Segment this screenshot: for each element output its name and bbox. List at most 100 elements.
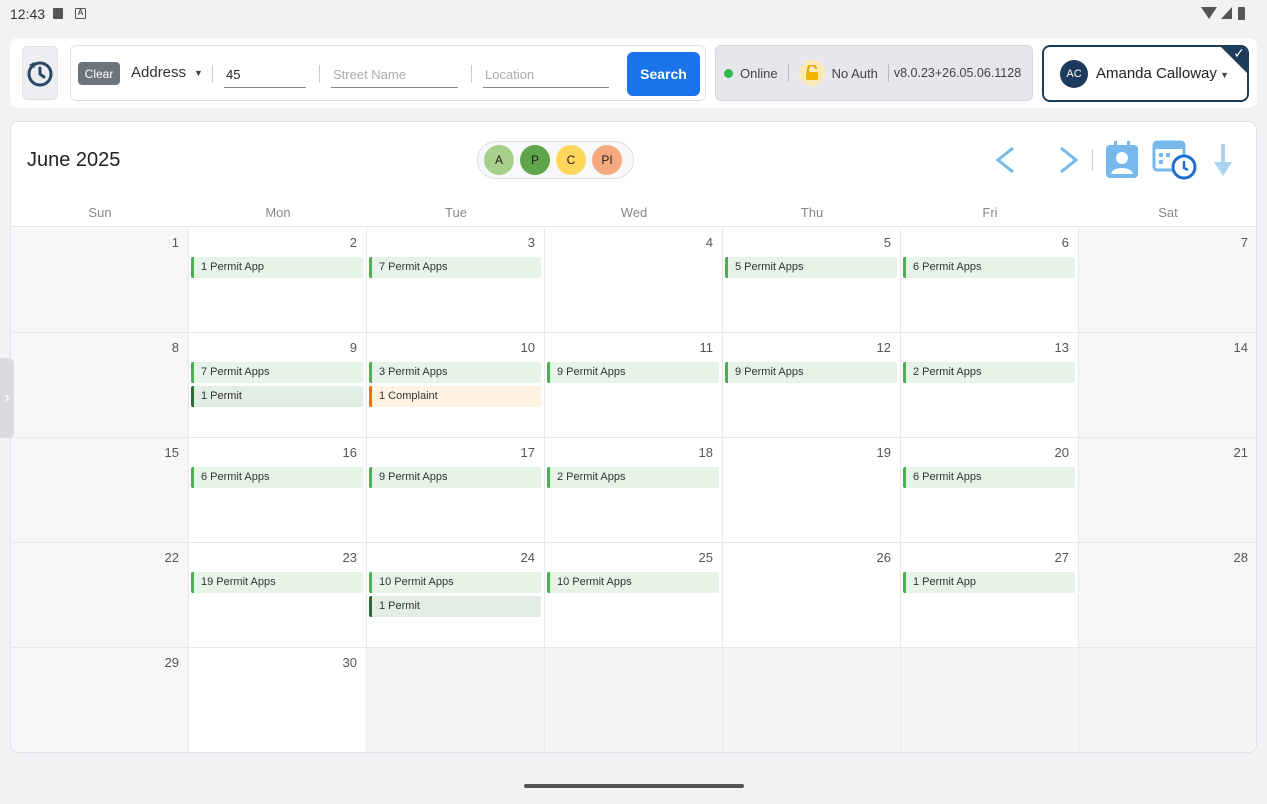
day-cell[interactable]: 18 2 Permit Apps	[545, 438, 723, 543]
day-cell[interactable]: 24 10 Permit Apps 1 Permit	[367, 543, 545, 648]
day-cell[interactable]: 26	[723, 543, 901, 648]
day-cell[interactable]: 5 5 Permit Apps	[723, 228, 901, 333]
calendar-event[interactable]: 6 Permit Apps	[191, 467, 363, 488]
day-cell[interactable]: 12 9 Permit Apps	[723, 333, 901, 438]
day-cell[interactable]: 13 2 Permit Apps	[901, 333, 1079, 438]
inspector-view-button[interactable]	[1103, 138, 1141, 182]
clear-button[interactable]: Clear	[78, 62, 120, 85]
day-number: 24	[520, 550, 535, 565]
day-cell[interactable]: 10 3 Permit Apps 1 Complaint	[367, 333, 545, 438]
day-number: 27	[1054, 550, 1069, 565]
calendar-event[interactable]: 10 Permit Apps	[369, 572, 541, 593]
calendar-event[interactable]: 1 Complaint	[369, 386, 541, 407]
calendar-event[interactable]: 1 Permit App	[903, 572, 1075, 593]
day-cell[interactable]: 1	[11, 228, 189, 333]
legend-item[interactable]: PI	[592, 145, 622, 175]
day-cell[interactable]: 30	[189, 648, 367, 752]
prev-month-button[interactable]	[987, 138, 1023, 182]
search-type-select[interactable]: Address ▼	[131, 64, 203, 81]
divider	[212, 65, 213, 83]
next-month-button[interactable]	[1051, 138, 1087, 182]
calendar-event[interactable]: 3 Permit Apps	[369, 362, 541, 383]
home-indicator[interactable]	[524, 784, 744, 788]
calendar-event[interactable]: 9 Permit Apps	[369, 467, 541, 488]
day-cell[interactable]: 9 7 Permit Apps 1 Permit	[189, 333, 367, 438]
day-cell[interactable]: 27 1 Permit App	[901, 543, 1079, 648]
schedule-view-button[interactable]	[1151, 138, 1201, 182]
day-of-week-label: Wed	[620, 205, 648, 220]
day-of-week-label: Sat	[1158, 205, 1178, 220]
signal-icon	[1221, 7, 1232, 19]
calendar-event[interactable]: 7 Permit Apps	[369, 257, 541, 278]
day-cell[interactable]: 20 6 Permit Apps	[901, 438, 1079, 543]
calendar-event[interactable]: 6 Permit Apps	[903, 257, 1075, 278]
search-type-value: Address	[131, 64, 187, 81]
day-number: 3	[527, 235, 535, 250]
calendar-event[interactable]: 19 Permit Apps	[191, 572, 363, 593]
day-number: 7	[1240, 235, 1248, 250]
location-input[interactable]	[483, 62, 609, 88]
day-cell[interactable]: 11 9 Permit Apps	[545, 333, 723, 438]
day-cell[interactable]: 8	[11, 333, 189, 438]
version-label: v8.0.23+26.05.06.1128	[893, 66, 1022, 80]
day-cell[interactable]: 17 9 Permit Apps	[367, 438, 545, 543]
day-cell[interactable]: 19	[723, 438, 901, 543]
unlock-icon[interactable]	[798, 60, 825, 86]
day-cell	[545, 648, 723, 752]
wifi-icon	[1201, 7, 1217, 19]
legend-item[interactable]: A	[484, 145, 514, 175]
divider	[319, 65, 320, 83]
day-of-week-label: Sun	[88, 205, 112, 220]
day-cell	[367, 648, 545, 752]
user-menu[interactable]: AC Amanda Calloway ▼ ✓	[1042, 45, 1249, 102]
day-cell[interactable]: 29	[11, 648, 189, 752]
calendar-event[interactable]: 5 Permit Apps	[725, 257, 897, 278]
chevron-right-icon: ›	[4, 389, 10, 406]
calendar-clock-icon	[1152, 140, 1197, 180]
street-name-input[interactable]	[331, 62, 458, 88]
history-button[interactable]	[22, 46, 58, 100]
day-of-week-header: Sun Mon Tue Wed Thu Fri Sat	[11, 197, 1256, 227]
day-cell[interactable]: 7	[1079, 228, 1256, 333]
street-number-input[interactable]	[224, 62, 306, 88]
calendar-event[interactable]: 1 Permit	[369, 596, 541, 617]
day-cell[interactable]: 21	[1079, 438, 1256, 543]
top-bar: Clear Address ▼ Search Online No Auth v8…	[10, 38, 1257, 108]
day-number: 12	[876, 340, 891, 355]
download-button[interactable]	[1211, 138, 1235, 182]
legend-item[interactable]: P	[520, 145, 550, 175]
calendar-event[interactable]: 9 Permit Apps	[547, 362, 719, 383]
side-drawer-handle[interactable]: ›	[0, 358, 14, 438]
calendar-event[interactable]: 9 Permit Apps	[725, 362, 897, 383]
calendar-event[interactable]: 1 Permit	[191, 386, 363, 407]
search-button[interactable]: Search	[627, 52, 700, 96]
calendar-event[interactable]: 10 Permit Apps	[547, 572, 719, 593]
day-cell[interactable]: 3 7 Permit Apps	[367, 228, 545, 333]
day-cell[interactable]: 28	[1079, 543, 1256, 648]
day-cell[interactable]: 2 1 Permit App	[189, 228, 367, 333]
calendar-event[interactable]: 1 Permit App	[191, 257, 363, 278]
day-cell[interactable]: 22	[11, 543, 189, 648]
calendar-event[interactable]: 2 Permit Apps	[903, 362, 1075, 383]
day-number: 13	[1054, 340, 1069, 355]
day-cell[interactable]: 6 6 Permit Apps	[901, 228, 1079, 333]
day-number: 25	[698, 550, 713, 565]
day-cell[interactable]: 15	[11, 438, 189, 543]
day-cell[interactable]: 25 10 Permit Apps	[545, 543, 723, 648]
legend-item[interactable]: C	[556, 145, 586, 175]
status-bar: 12:43 A	[0, 0, 1267, 28]
calendar: June 2025 A P C PI Sun Mon Tue Wed Thu Fri Sat	[10, 121, 1257, 753]
divider	[787, 64, 789, 82]
calendar-title: June 2025	[27, 149, 121, 171]
calendar-event[interactable]: 2 Permit Apps	[547, 467, 719, 488]
day-number: 28	[1233, 550, 1248, 565]
calendar-event[interactable]: 7 Permit Apps	[191, 362, 363, 383]
day-of-week-label: Tue	[445, 205, 467, 220]
day-number: 8	[171, 340, 179, 355]
day-number: 9	[349, 340, 357, 355]
calendar-event[interactable]: 6 Permit Apps	[903, 467, 1075, 488]
day-cell[interactable]: 23 19 Permit Apps	[189, 543, 367, 648]
day-cell[interactable]: 4	[545, 228, 723, 333]
day-cell[interactable]: 16 6 Permit Apps	[189, 438, 367, 543]
day-cell[interactable]: 14	[1079, 333, 1256, 438]
